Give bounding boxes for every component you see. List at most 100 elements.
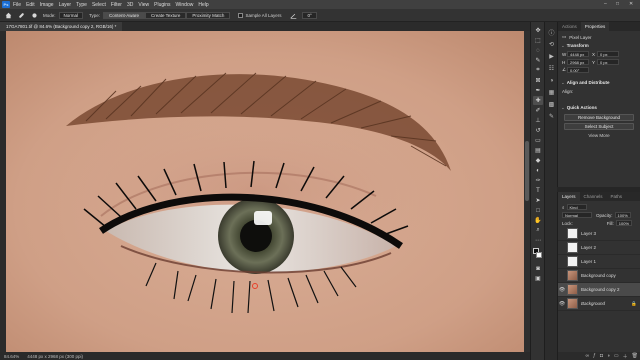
sample-all-layers-checkbox[interactable]: Sample All Layers [238, 12, 281, 18]
menu-plugins[interactable]: Plugins [154, 2, 170, 8]
menu-view[interactable]: View [138, 2, 149, 8]
eyedropper-icon[interactable]: ✒ [533, 86, 543, 95]
minimize-button[interactable]: – [604, 1, 607, 7]
menu-select[interactable]: Select [92, 2, 106, 8]
y-field[interactable]: 0 px [597, 59, 619, 65]
align-section-header[interactable]: ⌄ Align and Distribute [558, 78, 640, 87]
marquee-icon[interactable]: ⬚ [533, 36, 543, 45]
hand-icon[interactable]: ✋ [533, 216, 543, 225]
angle-field[interactable]: 0° [302, 11, 317, 19]
angle-field[interactable]: 0.00° [567, 67, 589, 73]
pen-icon[interactable]: ✑ [533, 176, 543, 185]
path-select-icon[interactable]: ➤ [533, 196, 543, 205]
photo-canvas[interactable] [6, 31, 524, 352]
zoom-icon[interactable]: ⌕ [533, 226, 543, 235]
lasso-icon[interactable]: ◌ [533, 46, 543, 55]
eye-icon[interactable]: 👁 [558, 287, 566, 293]
menu-filter[interactable]: Filter [111, 2, 122, 8]
folder-icon[interactable]: ▭ [614, 353, 619, 359]
menu-layer[interactable]: Layer [59, 2, 72, 8]
spot-heal-icon[interactable]: ✚ [533, 96, 543, 105]
maximize-button[interactable]: □ [616, 1, 619, 7]
type-proximity-match[interactable]: Proximity Match [186, 11, 231, 19]
kind-filter-select[interactable]: Kind [566, 204, 587, 210]
background-color-swatch[interactable] [536, 252, 542, 258]
spot-heal-icon[interactable] [17, 11, 25, 19]
eraser-icon[interactable]: ▭ [533, 136, 543, 145]
canvas-area[interactable] [0, 31, 524, 352]
fill-field[interactable]: 100% [615, 220, 632, 226]
rectangle-icon[interactable]: □ [533, 206, 543, 215]
zoom-level[interactable]: 84.64% [4, 354, 19, 359]
layer-row[interactable]: Layer 3 [558, 227, 640, 241]
brush-icon[interactable]: ✐ [533, 106, 543, 115]
mode-select[interactable]: Normal [58, 11, 84, 19]
blur-icon[interactable]: ◆ [533, 156, 543, 165]
document-tab[interactable]: 17GA7801.tif @ 84.6% (Background copy 2,… [0, 22, 123, 31]
menu-image[interactable]: Image [40, 2, 54, 8]
tab-paths[interactable]: Paths [607, 192, 627, 201]
layer-row[interactable]: 👁 Background copy 2 [558, 283, 640, 297]
close-button[interactable]: ✕ [629, 1, 633, 7]
menu-edit[interactable]: Edit [26, 2, 35, 8]
layer-row[interactable]: Layer 1 [558, 255, 640, 269]
eye-icon[interactable]: 👁 [558, 301, 566, 307]
brushes-icon[interactable]: ✎ [547, 112, 556, 121]
menu-window[interactable]: Window [176, 2, 194, 8]
tab-properties[interactable]: Properties [580, 22, 610, 31]
frame-icon[interactable]: ⊠ [533, 76, 543, 85]
x-field[interactable]: 0 px [597, 51, 619, 57]
more-tools-icon[interactable]: ⋯ [533, 236, 543, 245]
libraries-icon[interactable]: ▦ [547, 88, 556, 97]
menu-type[interactable]: Type [76, 2, 87, 8]
screen-mode-icon[interactable]: ▣ [533, 274, 543, 283]
dodge-icon[interactable]: ◐ [533, 166, 543, 175]
menu-file[interactable]: File [13, 2, 21, 8]
home-icon[interactable] [4, 11, 12, 19]
view-more-link[interactable]: View More [558, 133, 640, 138]
brush-size-icon[interactable] [30, 11, 38, 19]
remove-background-button[interactable]: Remove Background [564, 114, 634, 121]
properties-icon[interactable]: ☷ [547, 64, 556, 73]
trash-icon[interactable]: 🗑 [632, 353, 638, 359]
new-layer-icon[interactable]: ＋ [623, 353, 628, 360]
layer-row[interactable]: 👁 Background 🔒 [558, 297, 640, 311]
history-icon[interactable]: ⟲ [547, 40, 556, 49]
stamp-icon[interactable]: ⊥ [533, 116, 543, 125]
history-brush-icon[interactable]: ↺ [533, 126, 543, 135]
h-field[interactable]: 2968 px [567, 59, 589, 65]
fx-icon[interactable]: ƒ [593, 353, 596, 359]
adjustment-icon[interactable]: ◑ [607, 353, 610, 359]
crop-icon[interactable]: ⌗ [533, 66, 543, 75]
layer-row[interactable]: Layer 2 [558, 241, 640, 255]
actions-icon[interactable]: ▶ [547, 52, 556, 61]
move-icon[interactable]: ✥ [533, 26, 543, 35]
adjustments-icon[interactable]: ◑ [547, 76, 556, 85]
transform-title: Transform [566, 43, 589, 48]
quick-select-icon[interactable]: ✎ [533, 56, 543, 65]
blend-mode-select[interactable]: Normal [562, 212, 592, 218]
w-field[interactable]: 4448 px [567, 51, 589, 57]
select-subject-button[interactable]: Select Subject [564, 123, 634, 130]
type-icon[interactable]: T [533, 186, 543, 195]
type-create-texture[interactable]: Create Texture [144, 11, 187, 19]
quick-mask-icon[interactable]: ◙ [533, 264, 543, 273]
scrollbar-thumb[interactable] [525, 141, 529, 201]
quick-actions-header[interactable]: ⌄ Quick Actions [558, 103, 640, 112]
mask-icon[interactable]: ◘ [600, 353, 603, 359]
menu-help[interactable]: Help [198, 2, 208, 8]
app-logo[interactable]: Ps [2, 1, 10, 8]
gradient-icon[interactable]: ▤ [533, 146, 543, 155]
menu-3d[interactable]: 3D [127, 2, 133, 8]
tab-layers[interactable]: Layers [558, 192, 580, 201]
opacity-field[interactable]: 100% [614, 212, 631, 218]
tab-actions[interactable]: Actions [558, 22, 581, 31]
transform-section-header[interactable]: ⌄ Transform [558, 41, 640, 50]
layer-row[interactable]: Background copy [558, 269, 640, 283]
document-size[interactable]: 4448 px x 2968 px (300 ppi) [27, 354, 83, 359]
info-icon[interactable]: ⓘ [547, 28, 556, 37]
tab-channels[interactable]: Channels [580, 192, 607, 201]
swatches-icon[interactable]: ▩ [547, 100, 556, 109]
link-icon[interactable]: ∞ [585, 353, 589, 359]
type-content-aware[interactable]: Content-Aware [103, 11, 145, 19]
